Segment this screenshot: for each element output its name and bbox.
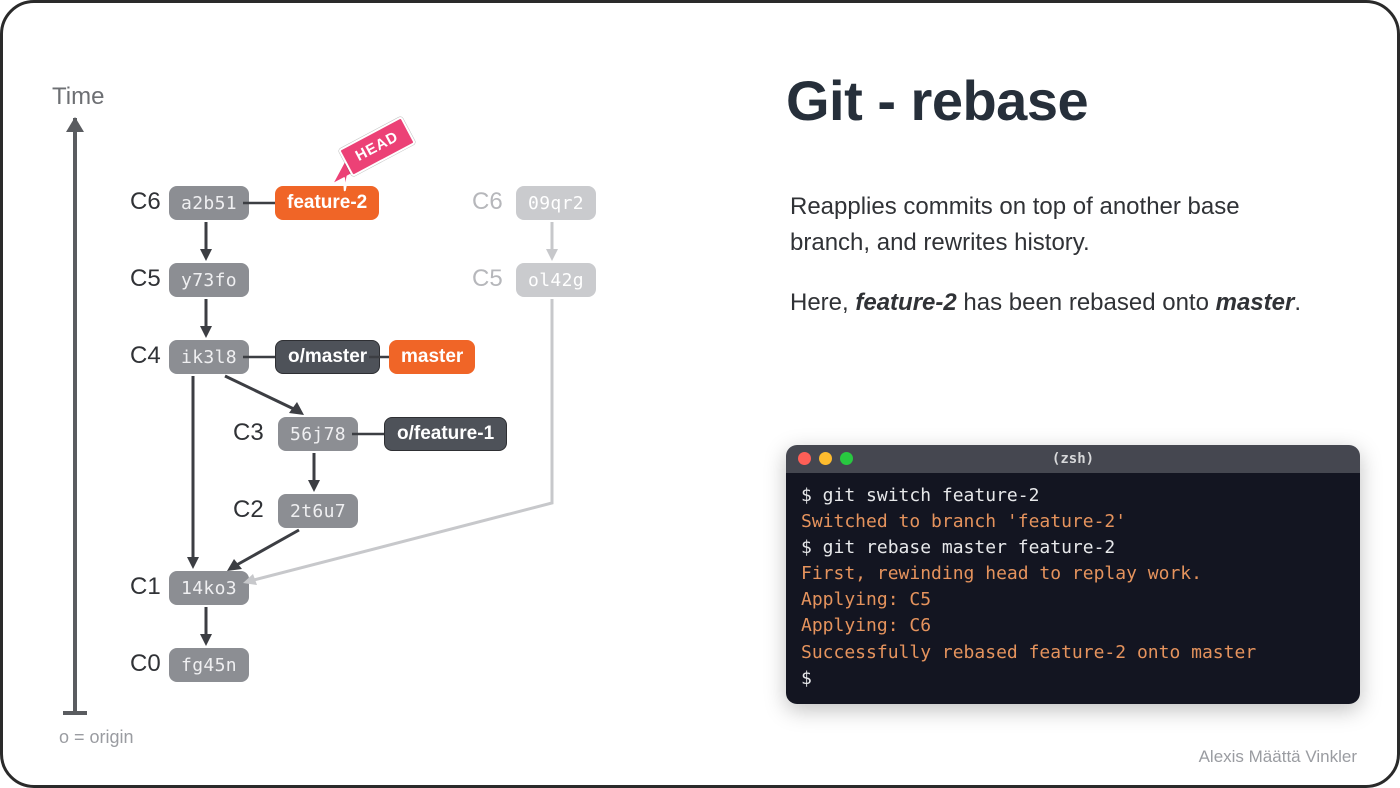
commit-num-c1: C1 bbox=[130, 573, 161, 601]
window-minimize-icon[interactable] bbox=[819, 452, 832, 465]
commit-num-c0: C0 bbox=[130, 650, 161, 678]
sha-c6-old: 09qr2 bbox=[516, 186, 596, 220]
head-pointer: HEAD bbox=[338, 116, 416, 177]
sha-c4: ik3l8 bbox=[169, 340, 249, 374]
terminal-window: (zsh) $ git switch feature-2 Switched to… bbox=[786, 445, 1360, 704]
terminal-title: (zsh) bbox=[1052, 451, 1094, 467]
time-axis bbox=[73, 118, 77, 714]
commit-num-c4: C4 bbox=[130, 342, 161, 370]
sha-c0: fg45n bbox=[169, 648, 249, 682]
terminal-line: Successfully rebased feature-2 onto mast… bbox=[801, 640, 1345, 666]
description: Reapplies commits on top of another base… bbox=[790, 189, 1320, 345]
credit: Alexis Määttä Vinkler bbox=[1199, 747, 1357, 767]
commit-num-c5: C5 bbox=[130, 265, 161, 293]
sha-c1: 14ko3 bbox=[169, 571, 249, 605]
commit-num-c5-old: C5 bbox=[472, 265, 503, 293]
commit-num-c6-old: C6 bbox=[472, 188, 503, 216]
terminal-line: First, rewinding head to replay work. bbox=[801, 561, 1345, 587]
branch-feature-2: feature-2 bbox=[275, 186, 379, 220]
branch-o-master: o/master bbox=[275, 340, 380, 374]
window-close-icon[interactable] bbox=[798, 452, 811, 465]
commit-num-c6: C6 bbox=[130, 188, 161, 216]
terminal-line: Applying: C5 bbox=[801, 587, 1345, 613]
sha-c5: y73fo bbox=[169, 263, 249, 297]
time-axis-label: Time bbox=[52, 83, 104, 111]
branch-o-feature-1: o/feature-1 bbox=[384, 417, 507, 451]
branch-master: master bbox=[389, 340, 475, 374]
page-title: Git - rebase bbox=[786, 68, 1088, 133]
head-label: HEAD bbox=[338, 116, 416, 177]
slide-frame: Time o = origin Alexis Määttä Vinkler C6… bbox=[0, 0, 1400, 788]
legend-origin: o = origin bbox=[59, 727, 134, 748]
terminal-titlebar: (zsh) bbox=[786, 445, 1360, 473]
sha-c6: a2b51 bbox=[169, 186, 249, 220]
terminal-line: $ git rebase master feature-2 bbox=[801, 535, 1345, 561]
commit-num-c3: C3 bbox=[233, 419, 264, 447]
terminal-line: $ git switch feature-2 bbox=[801, 483, 1345, 509]
commit-num-c2: C2 bbox=[233, 496, 264, 524]
terminal-body: $ git switch feature-2 Switched to branc… bbox=[786, 473, 1360, 704]
terminal-line: $ bbox=[801, 666, 1345, 692]
terminal-line: Applying: C6 bbox=[801, 613, 1345, 639]
desc-line1: Reapplies commits on top of another base… bbox=[790, 189, 1320, 261]
sha-c5-old: ol42g bbox=[516, 263, 596, 297]
terminal-line: Switched to branch 'feature-2' bbox=[801, 509, 1345, 535]
sha-c3: 56j78 bbox=[278, 417, 358, 451]
window-zoom-icon[interactable] bbox=[840, 452, 853, 465]
sha-c2: 2t6u7 bbox=[278, 494, 358, 528]
desc-line2: Here, feature-2 has been rebased onto ma… bbox=[790, 285, 1320, 321]
